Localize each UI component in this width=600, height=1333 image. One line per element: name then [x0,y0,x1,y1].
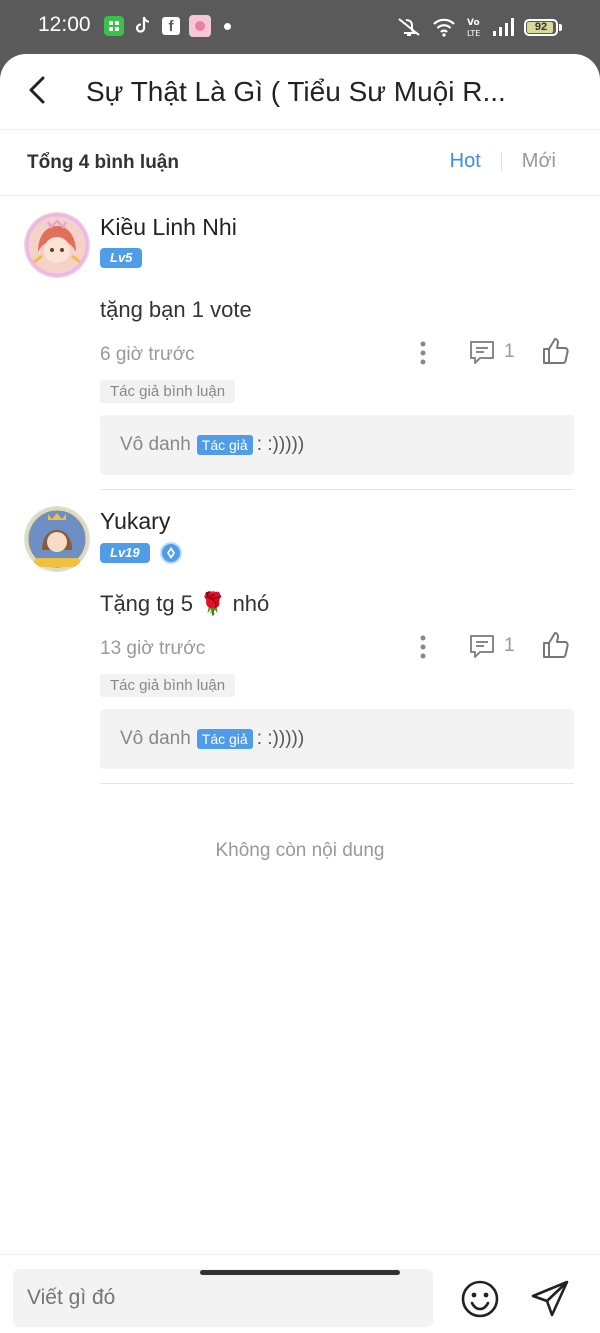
divider [100,783,574,784]
more-vertical-icon [420,635,426,659]
comment-time: 13 giờ trước [100,638,206,659]
notification-dot [224,22,231,30]
comment-time: 6 giờ trước [100,344,195,365]
reply-text: : :))))) [256,728,305,749]
user-badges: Lv19 [100,542,182,564]
user-badges: Lv5 [100,248,143,268]
reply-text: : :))))) [256,434,305,455]
reply-button[interactable]: 1 [468,338,515,366]
avatar[interactable] [24,212,90,278]
author-comment-tag: Tác giả bình luận [100,674,236,697]
reply-count: 1 [504,341,515,362]
like-button[interactable] [541,630,571,660]
end-of-content: Không còn nội dung [215,840,385,861]
tab-hot[interactable]: Hot [450,150,481,173]
more-options-button[interactable] [413,338,433,368]
thumbs-up-icon [543,632,569,658]
status-bar: 12:00 f Vo LTE 92 [0,0,600,54]
comment-author[interactable]: Kiều Linh Nhi [100,214,237,241]
comments-sheet: Sự Thật Là Gì ( Tiểu Sư Muội R... Tổng 4… [0,54,600,1333]
author-comment-tag: Tác giả bình luận [100,380,236,403]
signal-icon [493,18,514,36]
send-icon [531,1280,569,1317]
comment-text: tặng bạn 1 vote [100,297,252,322]
more-vertical-icon [420,341,426,365]
emoji-button[interactable] [460,1279,500,1319]
send-button[interactable] [530,1279,570,1319]
battery-icon: 92 [524,18,562,36]
level-badge: Lv5 [100,248,143,268]
like-button[interactable] [541,336,571,366]
author-badge: Tác giả [196,435,253,455]
page-title: Sự Thật Là Gì ( Tiểu Sư Muội R... [86,76,506,107]
back-button[interactable] [22,72,52,108]
mute-icon [398,18,420,36]
reply-count: 1 [504,635,515,656]
level-badge: Lv19 [100,543,150,563]
comment-text: Tặng tg 5 🌹 nhó [100,591,270,616]
reply-user: Vô danh [120,728,191,749]
comment-author[interactable]: Yukary [100,508,170,535]
facebook-icon: f [162,17,180,35]
vip-badge-icon [159,542,182,564]
reply-button[interactable]: 1 [468,632,515,660]
header: Sự Thật Là Gì ( Tiểu Sư Muội R... [0,54,600,130]
comment-composer [0,1254,600,1333]
pink-app-icon [189,15,211,37]
thumbs-up-icon [543,338,569,364]
svg-text:Vo: Vo [467,18,480,28]
reply-user: Vô danh [120,434,191,455]
tab-separator [500,152,502,171]
reply-preview[interactable]: Vô danh Tác giả : :))))) [100,415,574,475]
tab-new[interactable]: Mới [522,150,556,173]
comment-input[interactable] [13,1269,433,1327]
sort-tabs: Hot Mới [450,150,556,173]
comment-icon [470,341,494,364]
reply-preview[interactable]: Vô danh Tác giả : :))))) [100,709,574,769]
author-badge: Tác giả [196,729,253,749]
wifi-icon [433,18,455,37]
status-time: 12:00 [38,13,91,36]
total-comments: Tổng 4 bình luận [27,152,179,173]
tiktok-icon [133,16,153,36]
more-options-button[interactable] [413,632,433,662]
comments-summary: Tổng 4 bình luận Hot Mới [0,130,600,196]
avatar[interactable] [24,506,90,572]
comment-item: Kiều Linh Nhi Lv5 tặng bạn 1 vote 6 giờ … [0,196,600,490]
svg-text:LTE: LTE [467,29,480,38]
grid-app-icon [104,16,124,36]
status-right-icons: Vo LTE 92 [396,16,562,38]
comment-item: Yukary Lv19 Tặng tg 5 🌹 nhó 13 giờ trước… [0,490,600,784]
chevron-left-icon [29,76,45,104]
comment-icon [470,635,494,658]
status-app-icons: f [104,15,231,37]
battery-text: 92 [534,21,548,33]
home-indicator [200,1270,400,1275]
smiley-icon [461,1280,499,1318]
volte-icon: VoLTE [467,18,480,38]
